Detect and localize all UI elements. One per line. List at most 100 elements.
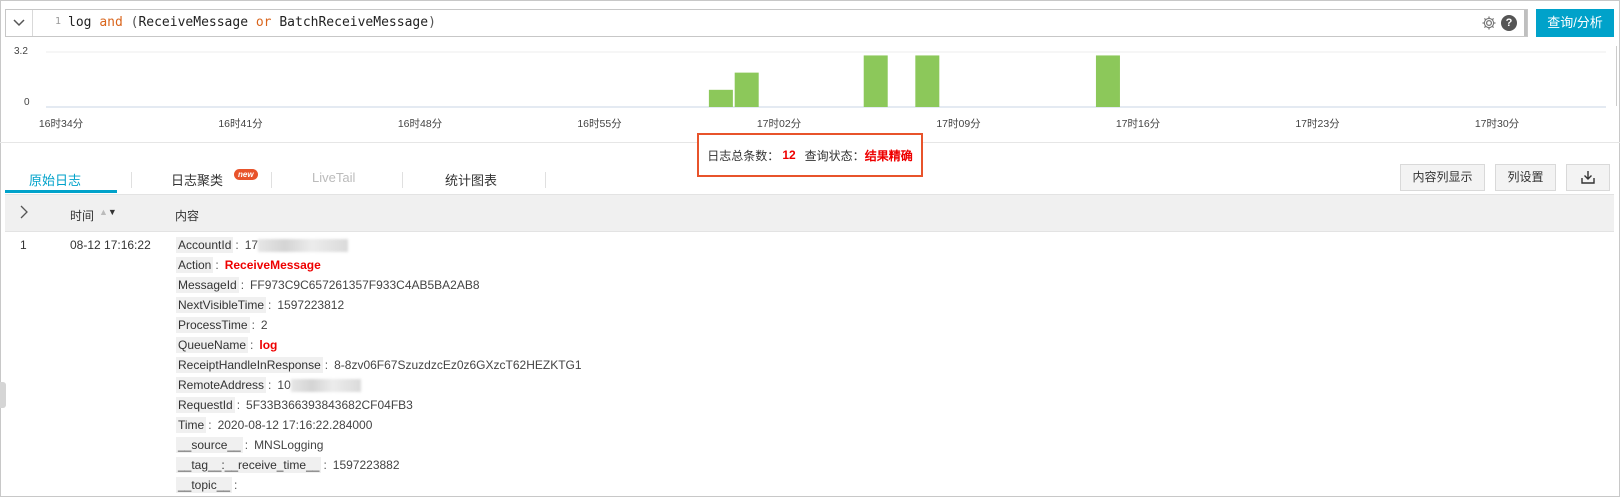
chevron-down-icon[interactable] <box>6 10 33 36</box>
field-value[interactable]: 5F33B366393843682CF04FB3 <box>246 398 413 412</box>
field-separator: : <box>208 418 212 432</box>
search-analyze-button[interactable]: 查询/分析 <box>1536 9 1614 37</box>
query-status-box: 日志总条数： 12 查询状态： 结果精确 <box>697 133 923 177</box>
field-key[interactable]: ProcessTime <box>176 317 250 333</box>
total-count-value: 12 <box>782 148 796 162</box>
query-editor[interactable]: 1 log and (ReceiveMessage or BatchReceiv… <box>5 9 1528 37</box>
histogram-bar[interactable] <box>708 89 733 107</box>
histogram-bar[interactable] <box>915 55 940 107</box>
field-key[interactable]: Time <box>176 417 207 433</box>
query-token: log <box>68 15 100 30</box>
result-tabs: 原始日志 日志聚类 new LiveTail 统计图表 <box>5 162 605 194</box>
masked-value <box>258 238 349 252</box>
log-field: ReceiptHandleInResponse:8-8zv06F67Szuzdz… <box>176 355 976 375</box>
log-field: __tag__:__receive_time__:1597223882 <box>176 455 976 475</box>
x-tick-label: 16时55分 <box>577 118 622 130</box>
field-key[interactable]: RequestId <box>176 397 235 413</box>
chart-edge <box>1607 46 1617 106</box>
field-value[interactable]: MNSLogging <box>254 438 323 452</box>
content-column-display-button[interactable]: 内容列显示 <box>1400 164 1485 191</box>
field-key[interactable]: __tag__:__receive_time__ <box>176 457 322 473</box>
log-table-header: 时间 ▲▼ 内容 <box>5 194 1614 232</box>
query-token: BatchReceiveMessage <box>271 15 429 30</box>
log-field: RemoteAddress:10 <box>176 375 976 395</box>
field-key[interactable]: __topic__ <box>176 477 233 493</box>
total-count-label: 日志总条数： <box>707 148 780 163</box>
field-key[interactable]: Action <box>176 257 214 273</box>
expand-all-chevron-icon[interactable] <box>19 205 29 222</box>
histogram-bar[interactable] <box>1095 55 1120 107</box>
log-field: __topic__: <box>176 475 976 495</box>
tab-livetail[interactable]: LiveTail <box>312 170 355 185</box>
field-separator: : <box>236 398 241 412</box>
tab-separator <box>402 172 403 188</box>
masked-value <box>290 378 361 392</box>
field-separator: : <box>235 238 239 252</box>
active-tab-indicator <box>5 190 117 193</box>
field-separator: : <box>268 378 272 392</box>
log-field: AccountId:17 <box>176 235 976 255</box>
sort-icon[interactable]: ▲▼ <box>99 207 117 217</box>
field-value[interactable]: 17 <box>245 238 258 252</box>
field-key[interactable]: MessageId <box>176 277 239 293</box>
query-token: and <box>99 15 123 30</box>
field-separator: : <box>268 298 272 312</box>
histogram-bar[interactable] <box>863 55 888 107</box>
column-settings-button[interactable]: 列设置 <box>1495 164 1556 191</box>
log-field: QueueName: log <box>176 335 976 355</box>
tab-separator <box>271 172 272 188</box>
download-button[interactable] <box>1566 164 1610 191</box>
x-tick-label: 17时30分 <box>1474 118 1520 130</box>
field-key[interactable]: __source__ <box>176 437 243 453</box>
log-fields: AccountId:17 Action: ReceiveMessage Message… <box>176 235 976 495</box>
field-value[interactable]: 2 <box>261 318 268 332</box>
tab-separator <box>545 172 546 188</box>
row-time: 08-12 17:16:22 <box>70 238 151 252</box>
query-token: ) <box>428 15 436 30</box>
field-key[interactable]: NextVisibleTime <box>176 297 267 313</box>
field-key[interactable]: ReceiptHandleInResponse <box>176 357 323 373</box>
field-separator: : <box>240 278 245 292</box>
field-separator: : <box>250 338 254 352</box>
log-field: NextVisibleTime:1597223812 <box>176 295 976 315</box>
y-tick-min: 0 <box>24 97 30 108</box>
x-tick-label: 17时02分 <box>756 118 802 130</box>
sidebar-drag-handle[interactable] <box>0 382 6 408</box>
row-index: 1 <box>20 238 27 252</box>
tab-statistics-chart[interactable]: 统计图表 <box>445 170 497 189</box>
y-tick-max: 3.2 <box>14 46 28 57</box>
field-key[interactable]: QueueName <box>176 337 249 353</box>
help-icon[interactable]: ? <box>1501 15 1517 31</box>
field-value[interactable]: 2020-08-12 17:16:22.284000 <box>218 418 373 432</box>
histogram-bar[interactable] <box>734 72 759 107</box>
field-value[interactable]: 10 <box>277 378 290 392</box>
x-tick-label: 16时34分 <box>38 118 84 130</box>
field-separator: : <box>244 438 249 452</box>
x-tick-label: 17时09分 <box>936 118 981 130</box>
field-key[interactable]: AccountId <box>176 237 234 253</box>
field-value[interactable]: ReceiveMessage <box>225 258 321 272</box>
field-separator: : <box>215 258 219 272</box>
field-separator: : <box>324 358 329 372</box>
query-text[interactable]: log and (ReceiveMessage or BatchReceiveM… <box>68 15 436 30</box>
field-value[interactable]: log <box>259 338 277 352</box>
field-value[interactable]: FF973C9C657261357F933C4AB5BA2AB8 <box>250 278 480 292</box>
log-field: RequestId:5F33B366393843682CF04FB3 <box>176 395 976 415</box>
editor-scroll-edge <box>1524 10 1527 36</box>
log-field: __source__: MNSLogging <box>176 435 976 455</box>
log-field: Time:2020-08-12 17:16:22.284000 <box>176 415 976 435</box>
field-separator: : <box>234 478 238 492</box>
field-value[interactable]: 1597223882 <box>333 458 400 472</box>
field-key[interactable]: RemoteAddress <box>176 377 267 393</box>
tab-log-clustering[interactable]: 日志聚类 <box>171 170 223 189</box>
field-value[interactable]: 1597223812 <box>277 298 344 312</box>
column-header-time[interactable]: 时间 <box>70 207 94 224</box>
query-token: or <box>255 15 272 30</box>
query-token: ReceiveMessage <box>138 15 256 30</box>
gear-icon[interactable] <box>1481 15 1497 31</box>
tab-raw-logs[interactable]: 原始日志 <box>29 170 81 189</box>
field-value[interactable]: 8-8zv06F67SzuzdzcEz0z6GXzcT62HEZKTG1 <box>334 358 581 372</box>
log-field: ProcessTime:2 <box>176 315 976 335</box>
log-histogram: 3.2 0 16时34分 16时41分 16时48分 16时55分 17时02分 17时0… <box>0 40 1620 136</box>
log-field: MessageId: FF973C9C657261357F933C4AB5BA2A… <box>176 275 976 295</box>
